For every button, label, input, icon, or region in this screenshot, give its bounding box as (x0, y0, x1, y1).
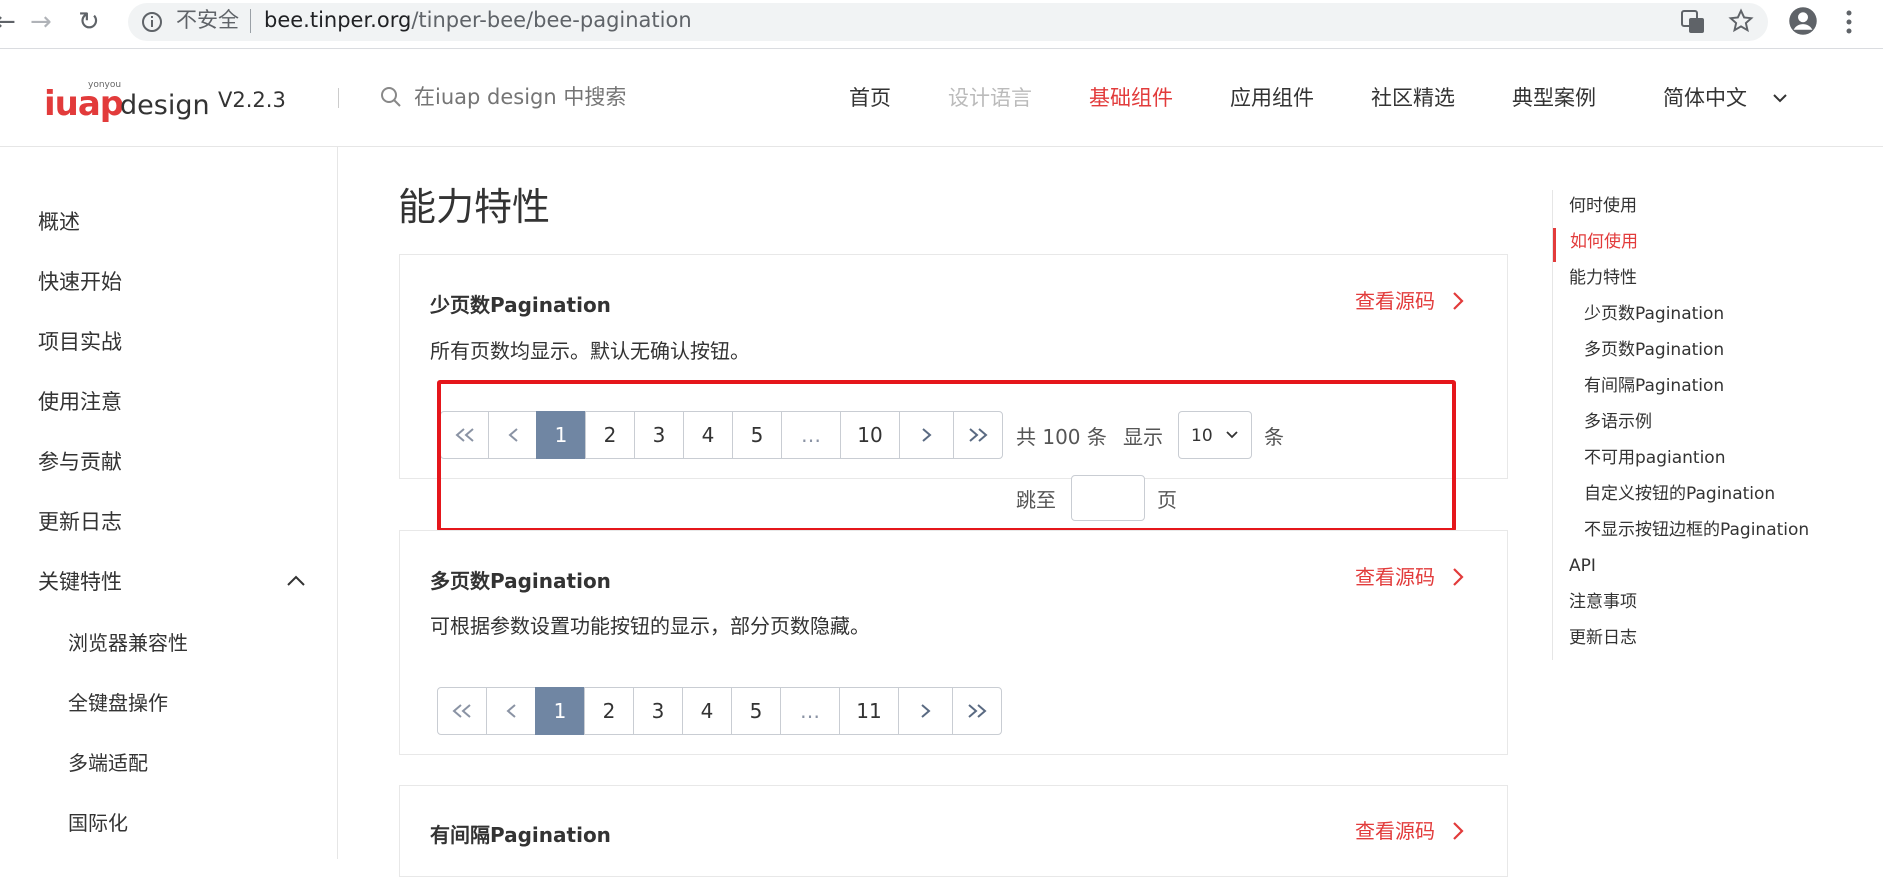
demo-title: 有间隔Pagination (430, 823, 611, 847)
sidebar-item-changelog[interactable]: 更新日志 (38, 508, 122, 536)
nav-basic-components[interactable]: 基础组件 (1089, 84, 1173, 112)
double-chevron-left-icon (452, 704, 471, 718)
toc-active-marker (1553, 228, 1556, 262)
toc-item-notes[interactable]: 注意事项 (1569, 591, 1637, 613)
pagination: 1 2 3 4 5 … 11 (437, 687, 1002, 735)
sidebar-item-project-practice[interactable]: 项目实战 (38, 328, 122, 356)
toc-item-no-border[interactable]: 不显示按钮边框的Pagination (1584, 519, 1809, 541)
first-page-button[interactable] (437, 687, 487, 735)
next-page-button[interactable] (898, 687, 953, 735)
toc-item-custom-buttons[interactable]: 自定义按钮的Pagination (1584, 483, 1775, 505)
sidebar-subitem-browser-compat[interactable]: 浏览器兼容性 (68, 629, 188, 657)
chevron-right-icon[interactable] (1451, 290, 1465, 312)
logo-text: design (120, 90, 210, 121)
toc-item-api[interactable]: API (1569, 555, 1596, 577)
profile-avatar-icon[interactable] (1788, 6, 1818, 36)
language-select[interactable]: 简体中文 (1663, 84, 1747, 112)
sidebar-subitem-keyboard[interactable]: 全键盘操作 (68, 689, 168, 717)
toc-item-when-to-use[interactable]: 何时使用 (1569, 195, 1637, 217)
chevron-down-icon[interactable] (1772, 92, 1788, 104)
url-text[interactable]: bee.tinper.org/tinper-bee/bee-pagination (264, 8, 692, 32)
sidebar (0, 147, 338, 859)
toc-item-few-pages[interactable]: 少页数Pagination (1584, 303, 1724, 325)
view-source-link[interactable]: 查看源码 (1355, 564, 1435, 590)
sidebar-item-usage-notes[interactable]: 使用注意 (38, 388, 122, 416)
page-title: 能力特性 (398, 185, 551, 229)
demo-description: 可根据参数设置功能按钮的显示，部分页数隐藏。 (430, 614, 870, 638)
view-source-label: 查看源码 (1355, 289, 1435, 313)
forward-icon[interactable]: → (30, 6, 52, 38)
header-divider (338, 88, 339, 108)
nav-design-language[interactable]: 设计语言 (948, 84, 1032, 112)
info-icon[interactable] (140, 10, 164, 34)
browser-menu-icon[interactable] (1843, 8, 1855, 36)
toc-item-changelog[interactable]: 更新日志 (1569, 627, 1637, 649)
search-icon (381, 87, 401, 107)
back-icon[interactable]: ← (0, 6, 16, 38)
view-source-label: 查看源码 (1355, 565, 1435, 589)
logo[interactable]: yonyou iuap design (44, 80, 210, 128)
bookmark-star-icon[interactable] (1728, 8, 1754, 34)
toc-item-gapped[interactable]: 有间隔Pagination (1584, 375, 1724, 397)
sidebar-item-key-features[interactable]: 关键特性 (38, 568, 122, 596)
page-ellipsis[interactable]: … (780, 687, 840, 735)
version-label: V2.2.3 (218, 88, 286, 112)
page-button-5[interactable]: 5 (731, 687, 781, 735)
demo-title: 少页数Pagination (430, 293, 611, 317)
toc-item-i18n-example[interactable]: 多语示例 (1584, 411, 1652, 433)
security-label: 不安全 (176, 8, 239, 32)
chevron-left-icon (506, 704, 516, 718)
sidebar-item-overview[interactable]: 概述 (38, 208, 80, 236)
toc-item-disabled[interactable]: 不可用pagiantion (1584, 447, 1725, 469)
toc-item-how-to-use[interactable]: 如何使用 (1570, 231, 1638, 253)
chevron-right-icon[interactable] (1451, 566, 1465, 588)
page-button-3[interactable]: 3 (633, 687, 683, 735)
view-source-label: 查看源码 (1355, 819, 1435, 843)
toc-item-many-pages[interactable]: 多页数Pagination (1584, 339, 1724, 361)
url-host: bee.tinper.org (264, 8, 412, 32)
nav-cases[interactable]: 典型案例 (1512, 84, 1596, 112)
view-source-link[interactable]: 查看源码 (1355, 818, 1435, 844)
page-button-2[interactable]: 2 (584, 687, 634, 735)
nav-app-components[interactable]: 应用组件 (1230, 84, 1314, 112)
sidebar-subitem-i18n[interactable]: 国际化 (68, 809, 128, 837)
url-path: /tinper-bee/bee-pagination (411, 8, 692, 32)
toc-item-capabilities[interactable]: 能力特性 (1569, 267, 1637, 289)
highlight-annotation-box (437, 380, 1456, 532)
view-source-link[interactable]: 查看源码 (1355, 288, 1435, 314)
reload-icon[interactable]: ↻ (78, 6, 100, 38)
page-button-1[interactable]: 1 (535, 687, 585, 735)
double-chevron-right-icon (968, 704, 987, 718)
chevron-right-icon[interactable] (1451, 820, 1465, 842)
nav-community[interactable]: 社区精选 (1371, 84, 1455, 112)
translate-icon[interactable] (1680, 9, 1706, 35)
page-button-last[interactable]: 11 (839, 687, 899, 735)
demo-description: 所有页数均显示。默认无确认按钮。 (430, 339, 750, 363)
prev-page-button[interactable] (486, 687, 536, 735)
sidebar-item-contribute[interactable]: 参与贡献 (38, 448, 122, 476)
last-page-button[interactable] (952, 687, 1002, 735)
sidebar-subitem-multi-device[interactable]: 多端适配 (68, 749, 148, 777)
search-input[interactable] (414, 80, 694, 114)
chevron-right-icon (920, 704, 931, 718)
chevron-up-icon[interactable] (285, 574, 307, 588)
demo-title: 多页数Pagination (430, 569, 611, 593)
page-button-4[interactable]: 4 (682, 687, 732, 735)
logo-mark: iuap (44, 84, 124, 124)
sidebar-item-quick-start[interactable]: 快速开始 (38, 268, 122, 296)
nav-home[interactable]: 首页 (849, 84, 891, 112)
omnibox-divider (250, 9, 251, 33)
